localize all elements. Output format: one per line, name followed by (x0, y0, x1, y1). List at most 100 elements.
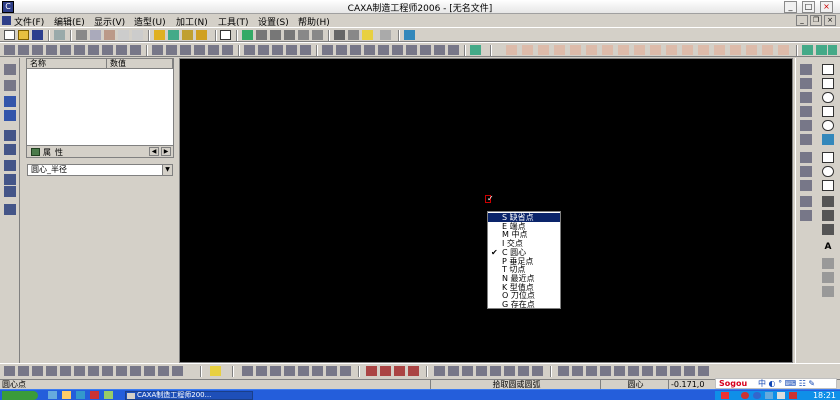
section-view-icon[interactable] (800, 196, 812, 207)
tray-network-icon[interactable] (753, 392, 761, 399)
title-bar[interactable]: C CAXA制造工程师2006 - [无名文件] _ □ × (0, 0, 840, 14)
refresh-icon[interactable] (242, 30, 253, 40)
undo-icon[interactable] (118, 30, 129, 40)
curve-edit-icon[interactable] (822, 258, 834, 269)
start-button[interactable] (2, 391, 38, 400)
trim-tool-icon[interactable] (130, 45, 141, 55)
radial-icon[interactable] (116, 366, 127, 376)
surface-draw-icon[interactable] (822, 224, 834, 235)
pan-icon[interactable] (312, 30, 323, 40)
projection-icon[interactable] (144, 366, 155, 376)
zoom-out-icon[interactable] (284, 30, 295, 40)
curve-icon[interactable] (4, 130, 16, 141)
sketch-icon[interactable] (4, 80, 16, 91)
draft-icon[interactable] (618, 45, 629, 55)
chamfer-mill-icon[interactable] (628, 366, 639, 376)
simulate-icon[interactable] (366, 366, 377, 376)
zoom-extents-icon[interactable] (800, 120, 812, 131)
ie-icon[interactable] (48, 391, 57, 399)
break-tool-icon[interactable] (194, 45, 205, 55)
join-tool-icon[interactable] (208, 45, 219, 55)
slot-icon[interactable] (656, 366, 667, 376)
chevron-down-icon[interactable]: ▼ (162, 165, 172, 175)
media-icon[interactable] (90, 391, 99, 399)
properties-icon[interactable] (4, 110, 16, 121)
rect-tool-icon[interactable] (46, 45, 57, 55)
plane-xy-icon[interactable] (802, 45, 813, 55)
rest-icon[interactable] (684, 366, 695, 376)
ungroup-tool-icon[interactable] (448, 45, 459, 55)
cutting-icon[interactable] (172, 366, 183, 376)
stock-icon[interactable] (340, 366, 351, 376)
point-menu-item[interactable]: N 最近点 (488, 274, 560, 283)
shaded-icon[interactable] (362, 30, 373, 40)
ream-icon[interactable] (600, 366, 611, 376)
ime-buttons[interactable]: 中 ◐ ° ⌨ ☷ ✎ (758, 379, 815, 389)
extrude-icon[interactable] (506, 45, 517, 55)
split-icon[interactable] (730, 45, 741, 55)
line-draw-icon[interactable] (822, 64, 834, 75)
measure-icon[interactable] (4, 160, 16, 171)
template-icon[interactable] (518, 366, 529, 376)
fillet-3d-icon[interactable] (762, 45, 773, 55)
ortho-tool-icon[interactable] (406, 45, 417, 55)
edge-icon[interactable] (778, 45, 789, 55)
maximize-button[interactable]: □ (802, 1, 815, 13)
rotate-view-icon[interactable] (800, 166, 812, 177)
doc-restore-button[interactable]: ❐ (810, 15, 822, 26)
surface-icon[interactable] (682, 45, 693, 55)
engrave-icon[interactable] (614, 366, 625, 376)
point-menu-item[interactable]: C 圆心 ✔ (488, 248, 560, 257)
hide-tool-icon[interactable] (336, 45, 347, 55)
batch-icon[interactable] (532, 366, 543, 376)
tray-volume-icon[interactable] (765, 392, 773, 399)
combine-icon[interactable] (746, 45, 757, 55)
point-menu-item[interactable]: S 缺省点 (488, 213, 560, 222)
property-tool-icon[interactable] (350, 45, 361, 55)
tab-property[interactable]: 属性 (43, 147, 67, 158)
zoom-prev-icon[interactable] (800, 134, 812, 145)
sweep-icon[interactable] (538, 45, 549, 55)
rib-icon[interactable] (650, 45, 661, 55)
copy-icon[interactable] (90, 30, 101, 40)
wireframe-icon[interactable] (334, 30, 345, 40)
mirror-tool-icon[interactable] (244, 45, 255, 55)
col-name-header[interactable]: 名称 (27, 59, 107, 69)
rapid-icon[interactable] (256, 366, 267, 376)
measure-view-icon[interactable] (800, 210, 812, 221)
tray-sogou-icon[interactable] (721, 392, 729, 399)
drawing-canvas[interactable]: ✓ S 缺省点 E 端点 M 中点 I 交点 C 圆心 ✔ P 垂足点 T 切点 N 最近点 K … (179, 58, 793, 363)
link-icon[interactable] (242, 366, 253, 376)
redo-icon[interactable] (132, 30, 143, 40)
align-tool-icon[interactable] (420, 45, 431, 55)
measure-tool-icon[interactable] (364, 45, 375, 55)
view-front-icon[interactable] (800, 64, 812, 75)
param-icon[interactable] (504, 366, 515, 376)
doc-close-button[interactable]: × (824, 15, 836, 26)
tab-scroll-left[interactable]: ◀ (149, 147, 159, 156)
filter-icon[interactable] (182, 30, 193, 40)
flowline-icon[interactable] (158, 366, 169, 376)
parallel-icon[interactable] (60, 366, 71, 376)
lead-icon[interactable] (270, 366, 281, 376)
edit-path-icon[interactable] (210, 366, 221, 376)
window-icon[interactable] (220, 30, 231, 40)
app-shortcut-icon[interactable] (104, 391, 113, 399)
doc-minimize-button[interactable]: _ (796, 15, 808, 26)
array-tool-icon[interactable] (258, 45, 269, 55)
function-curve-icon[interactable] (822, 152, 834, 163)
delete-tool-icon[interactable] (300, 45, 311, 55)
thicken-icon[interactable] (714, 45, 725, 55)
minimize-button[interactable]: _ (784, 1, 797, 13)
point-menu-item[interactable]: O 刀位点 (488, 291, 560, 300)
circle-tool-icon[interactable] (32, 45, 43, 55)
sync-tool-icon[interactable] (470, 45, 481, 55)
gouge-icon[interactable] (408, 366, 419, 376)
display-mode-icon[interactable] (380, 30, 391, 40)
spin-view-icon[interactable] (800, 180, 812, 191)
circle-draw-icon[interactable] (822, 92, 834, 103)
tray-display-icon[interactable] (777, 392, 785, 399)
taskbar-caxa-button[interactable]: CAXA制造工程师200... (125, 391, 253, 400)
rough-icon[interactable] (4, 366, 15, 376)
chamfer-icon[interactable] (586, 45, 597, 55)
